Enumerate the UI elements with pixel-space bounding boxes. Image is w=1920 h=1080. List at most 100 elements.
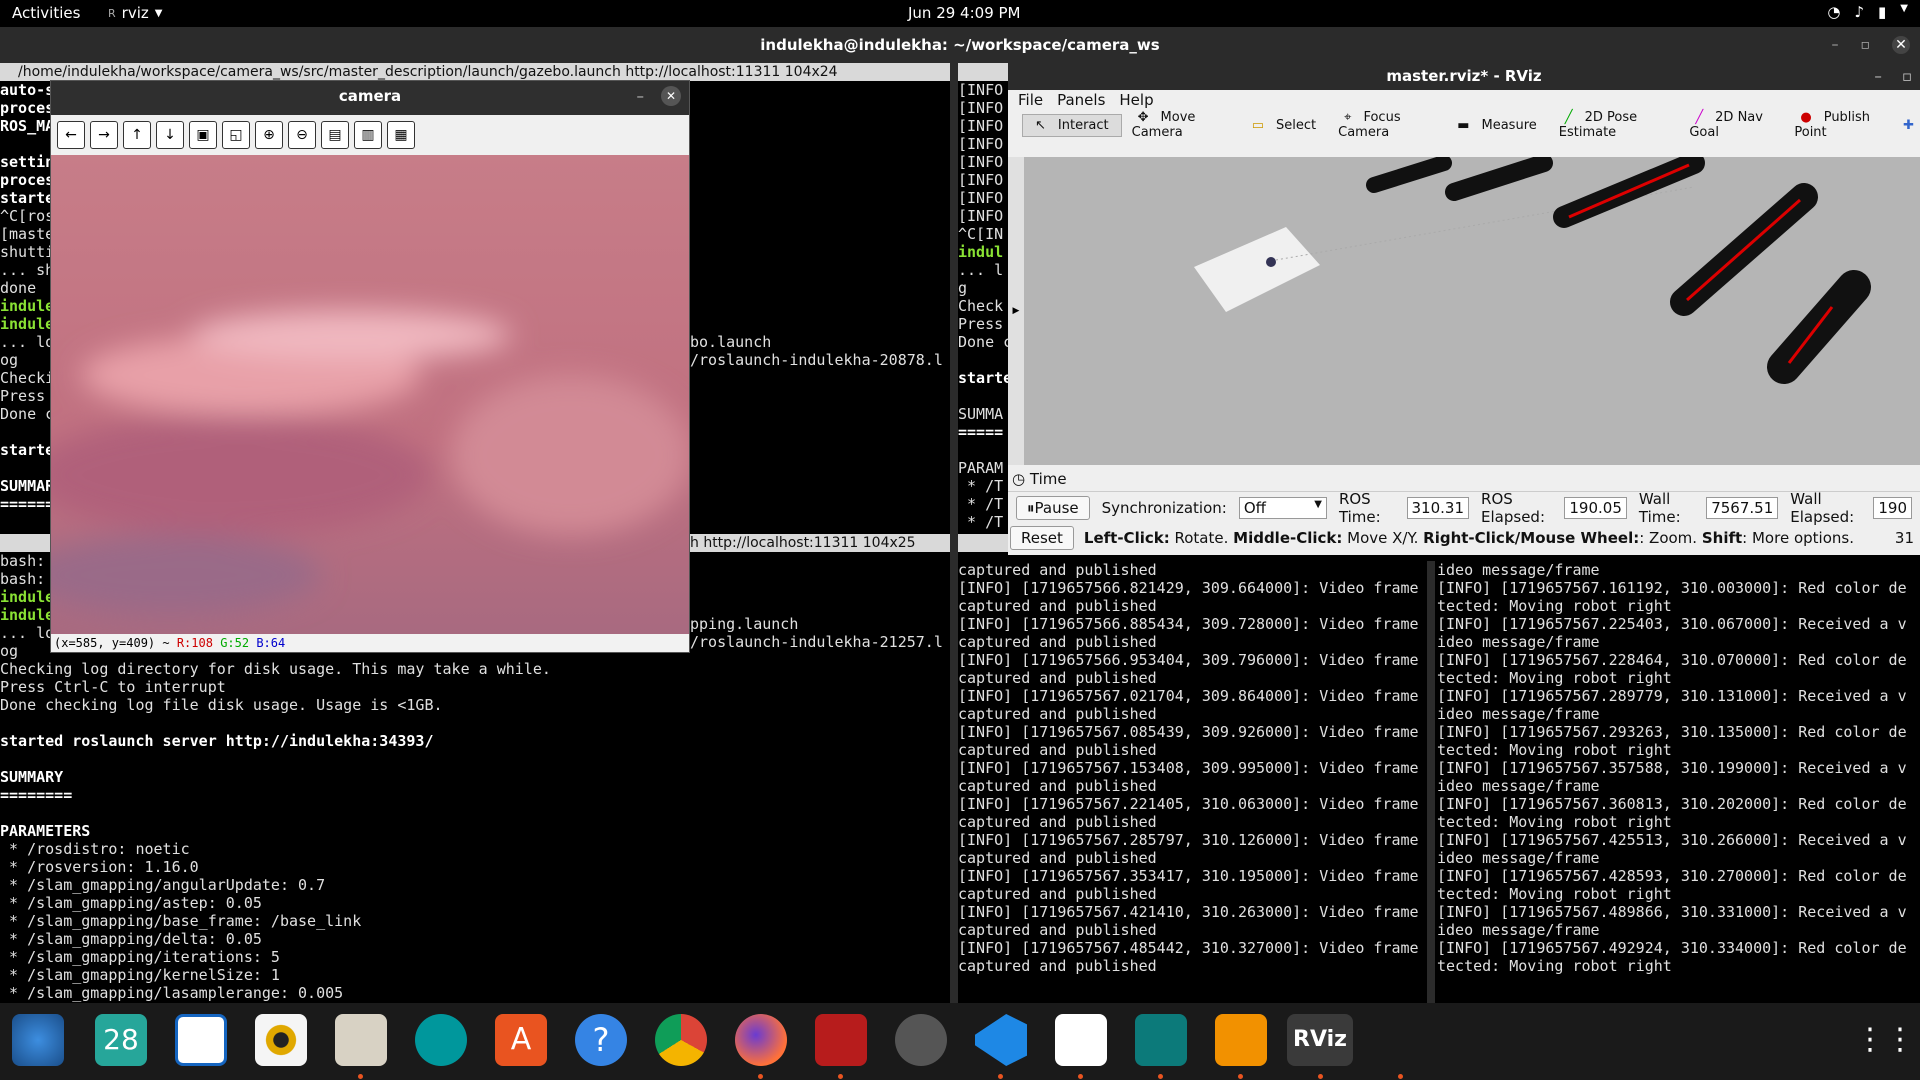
pane-divider[interactable] bbox=[950, 63, 958, 1003]
3d-viewport[interactable] bbox=[1024, 152, 1920, 465]
terminal-line: SUMMAR bbox=[0, 477, 55, 495]
tool-select[interactable]: ▭ Select bbox=[1240, 115, 1328, 136]
ros-elapsed-field[interactable]: 190.05 bbox=[1564, 497, 1627, 519]
firefox-icon[interactable] bbox=[735, 1014, 787, 1066]
tool-measure[interactable]: ▬ Measure bbox=[1445, 115, 1549, 136]
activities-button[interactable]: Activities bbox=[12, 4, 80, 22]
zoom-fit-icon[interactable]: ▣ bbox=[189, 121, 217, 149]
rviz-window[interactable]: master.rviz* - RViz – ▫ File Panels Help ↖… bbox=[1008, 63, 1920, 555]
terminal-line: indule bbox=[0, 297, 55, 315]
pan-down-icon[interactable]: ↓ bbox=[156, 121, 184, 149]
calendar-icon[interactable]: 28 bbox=[95, 1014, 147, 1066]
terminal-output: [INFO [INFO [INFO [INFO [INFO [INFO [INFO [INFO… bbox=[958, 81, 1008, 531]
camera-image[interactable] bbox=[51, 155, 689, 635]
ros-time-field[interactable]: 310.31 bbox=[1406, 497, 1470, 519]
pan-left-icon[interactable]: ← bbox=[57, 121, 85, 149]
reset-button[interactable]: Reset bbox=[1010, 526, 1074, 550]
running-indicator bbox=[1318, 1074, 1323, 1079]
maximize-icon[interactable]: ▫ bbox=[1861, 27, 1871, 63]
terminal-line: captured and published bbox=[958, 921, 1157, 939]
zoom-original-icon[interactable]: ◱ bbox=[222, 121, 250, 149]
camera-titlebar[interactable]: camera – ✕ bbox=[51, 81, 689, 115]
camera-window[interactable]: camera – ✕ ← → ↑ ↓ ▣ ◱ ⊕ ⊖ ▤ ▥ ▦ (x=585, y… bbox=[50, 80, 690, 653]
terminal-titlebar[interactable]: indulekha@indulekha: ~/workspace/camera_… bbox=[0, 27, 1920, 63]
text-editor-icon[interactable] bbox=[175, 1014, 227, 1066]
clock[interactable]: Jun 29 4:09 PM bbox=[908, 4, 1021, 22]
terminal-line: [INFO] [1719657567.421410, 310.263000]: … bbox=[958, 903, 1419, 921]
tool-interact[interactable]: ↖ Interact bbox=[1022, 113, 1122, 137]
terminal-line: bo.launch bbox=[690, 333, 772, 351]
minimize-icon[interactable]: – bbox=[1874, 63, 1882, 89]
terminal-line: [INFO] [1719657567.425513, 310.266000]: … bbox=[1437, 831, 1907, 849]
wall-time-field[interactable]: 7567.51 bbox=[1706, 497, 1779, 519]
vscode-icon[interactable] bbox=[975, 1014, 1027, 1066]
sync-select[interactable]: Off ▼ bbox=[1238, 497, 1327, 519]
terminal-line: [INFO] [1719657567.153408, 309.995000]: … bbox=[958, 759, 1419, 777]
close-icon[interactable]: ✕ bbox=[1892, 36, 1910, 54]
terminal-line: Press bbox=[0, 387, 46, 405]
menu-file[interactable]: File bbox=[1018, 90, 1043, 110]
app-menu[interactable]: Rrviz ▼ bbox=[108, 4, 162, 22]
maximize-icon[interactable]: ▫ bbox=[1902, 63, 1912, 89]
minimize-icon[interactable]: – bbox=[1832, 27, 1839, 63]
close-icon[interactable]: ✕ bbox=[661, 86, 681, 106]
terminal-pane-info[interactable]: [INFO [INFO [INFO [INFO [INFO [INFO [INFO [INFO… bbox=[958, 81, 1008, 536]
pause-button[interactable]: ⏸Pause bbox=[1016, 496, 1090, 520]
top-bar: Activities Rrviz ▼ Jun 29 4:09 PM ◔ ♪ ▮ ▼ bbox=[0, 0, 1920, 27]
software-center-icon[interactable]: A bbox=[495, 1014, 547, 1066]
running-indicator bbox=[758, 1074, 763, 1079]
zoom-out-icon[interactable]: ⊖ bbox=[288, 121, 316, 149]
thunderbird-icon[interactable] bbox=[12, 1014, 64, 1066]
terminal-line: * /rosdistro: noetic bbox=[0, 840, 190, 858]
add-tool-icon[interactable]: ✚ bbox=[1897, 115, 1920, 136]
terminal-pane-header[interactable]: /home/indulekha/workspace/camera_ws/src/… bbox=[0, 63, 950, 81]
robot-app-icon[interactable] bbox=[815, 1014, 867, 1066]
menu-panels[interactable]: Panels bbox=[1057, 90, 1105, 110]
settings-icon[interactable]: ▦ bbox=[387, 121, 415, 149]
terminal-pane-header[interactable] bbox=[958, 63, 1008, 81]
left-panel-collapse[interactable]: ▶ bbox=[1008, 157, 1024, 465]
terminal-pane-header[interactable]: h http://localhost:11311 104x25 bbox=[690, 534, 950, 552]
pan-right-icon[interactable]: → bbox=[90, 121, 118, 149]
terminal-pane-header[interactable] bbox=[958, 534, 1008, 552]
files-icon[interactable] bbox=[335, 1014, 387, 1066]
terminal-line: ... l bbox=[958, 261, 1004, 279]
tool-pose-estimate[interactable]: ╱ 2D Pose Estimate bbox=[1553, 107, 1680, 143]
terminal-pane-tab-icon[interactable] bbox=[0, 534, 50, 552]
terminal-pane-video[interactable]: captured and published [INFO] [1719657566… bbox=[958, 561, 1423, 1003]
save-icon[interactable]: ▤ bbox=[321, 121, 349, 149]
pan-up-icon[interactable]: ↑ bbox=[123, 121, 151, 149]
chrome-icon[interactable] bbox=[655, 1014, 707, 1066]
show-apps-icon[interactable]: ⋮⋮⋮ bbox=[1855, 1014, 1920, 1066]
terminal-line: Checking log directory for disk usage. T… bbox=[0, 660, 551, 678]
help-text: Left-Click: Rotate. Middle-Click: Move X… bbox=[1083, 529, 1854, 547]
system-tray[interactable]: ◔ ♪ ▮ ▼ bbox=[1827, 3, 1908, 21]
tool-focus-camera[interactable]: ⌖ Focus Camera bbox=[1332, 107, 1441, 143]
pane-divider[interactable] bbox=[1427, 561, 1435, 1003]
rviz-titlebar[interactable]: master.rviz* - RViz – ▫ bbox=[1008, 63, 1920, 90]
help-icon[interactable]: ? bbox=[575, 1014, 627, 1066]
terminal-line: captured and published bbox=[958, 813, 1157, 831]
terminal-pane-robot[interactable]: ideo message/frame [INFO] [1719657567.161… bbox=[1437, 561, 1920, 1003]
terminal-line: ideo message/frame bbox=[1437, 561, 1600, 579]
tool-move-camera[interactable]: ✥ Move Camera bbox=[1126, 107, 1236, 143]
terminal-line: SUMMARY bbox=[0, 768, 64, 786]
app-icon[interactable] bbox=[1135, 1014, 1187, 1066]
notes-icon[interactable] bbox=[1055, 1014, 1107, 1066]
terminal-line: SUMMA bbox=[958, 405, 1004, 423]
rhythmbox-icon[interactable] bbox=[255, 1014, 307, 1066]
terminal-line: auto-s bbox=[0, 81, 55, 99]
box-app-icon[interactable] bbox=[1215, 1014, 1267, 1066]
arduino-icon[interactable] bbox=[415, 1014, 467, 1066]
tool-publish-point[interactable]: ● Publish Point bbox=[1788, 107, 1893, 143]
tool-nav-goal[interactable]: ╱ 2D Nav Goal bbox=[1683, 107, 1784, 143]
wall-elapsed-field[interactable]: 190 bbox=[1873, 497, 1912, 519]
running-indicator bbox=[1398, 1074, 1403, 1079]
settings-app-icon[interactable] bbox=[895, 1014, 947, 1066]
properties-icon[interactable]: ▥ bbox=[354, 121, 382, 149]
rviz-dock-icon[interactable]: RViz bbox=[1287, 1014, 1353, 1066]
minimize-icon[interactable]: – bbox=[637, 81, 645, 111]
zoom-in-icon[interactable]: ⊕ bbox=[255, 121, 283, 149]
